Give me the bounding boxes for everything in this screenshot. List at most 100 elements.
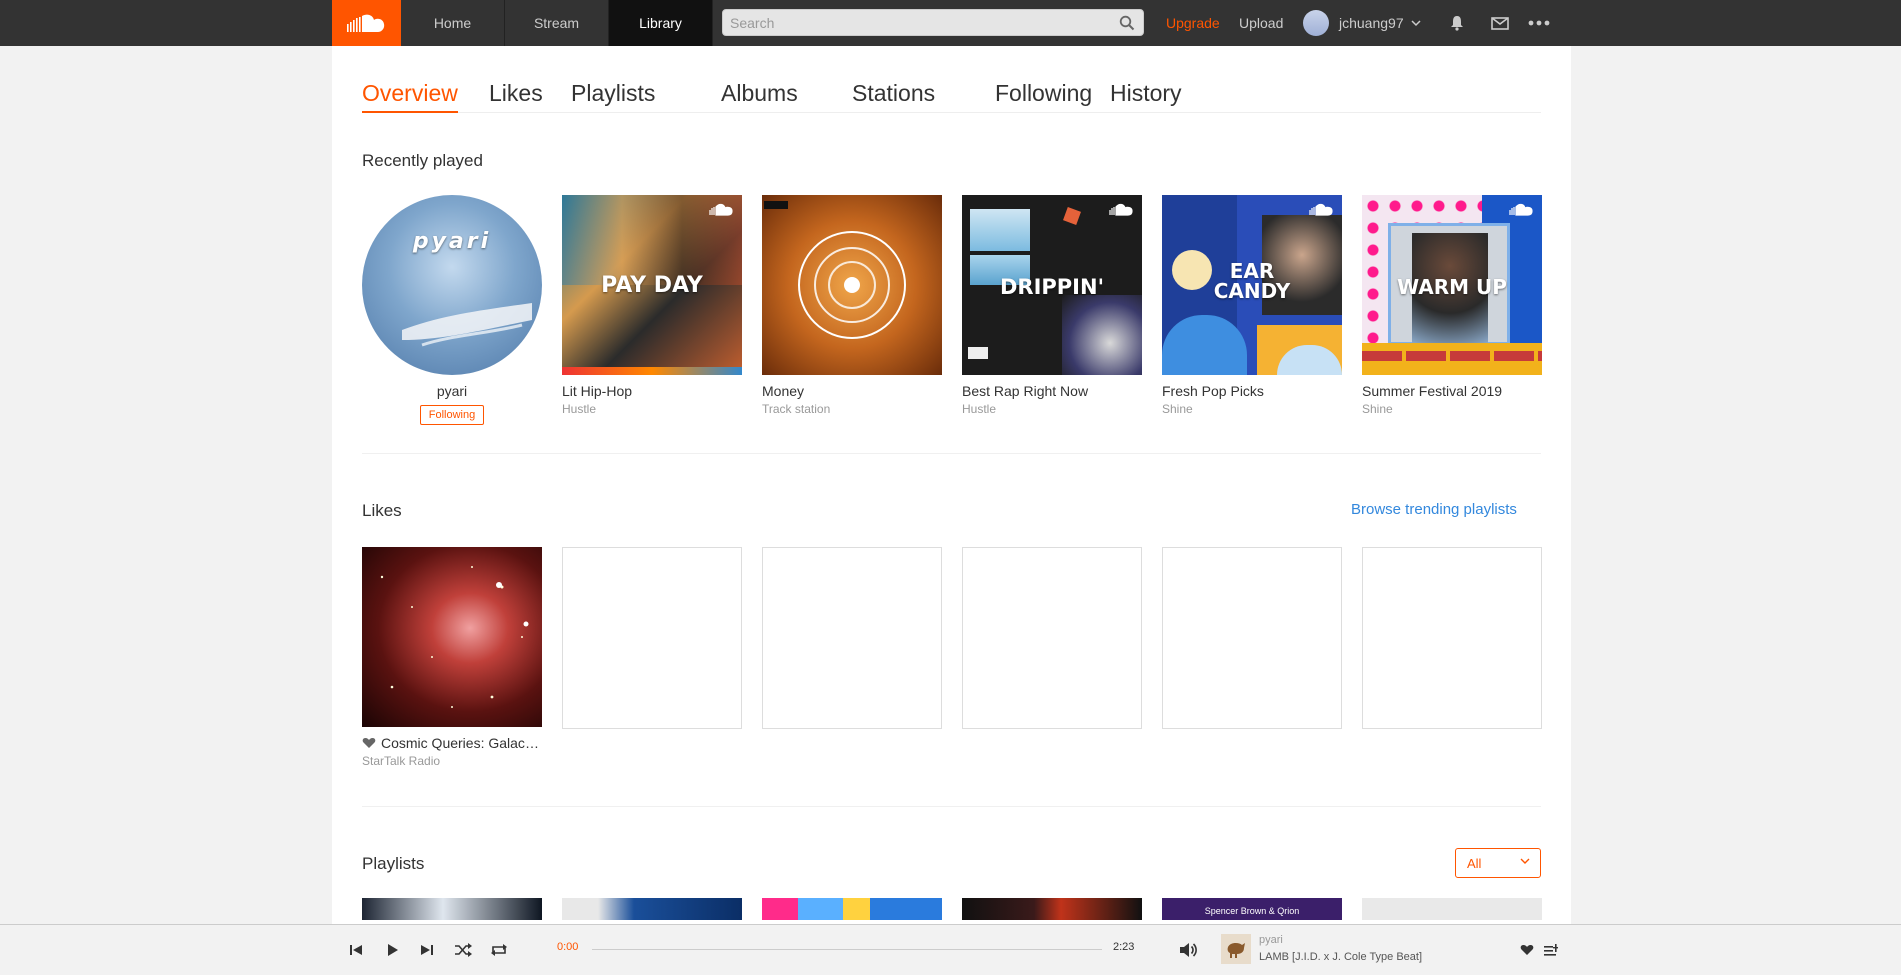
card-title[interactable]: Fresh Pop Picks <box>1162 383 1342 399</box>
nav-home[interactable]: Home <box>401 0 505 46</box>
previous-track-icon[interactable] <box>345 939 367 961</box>
like-heart-icon[interactable] <box>1516 939 1538 961</box>
playlist-artwork[interactable] <box>562 898 742 920</box>
soundcloud-badge-icon <box>1509 203 1533 216</box>
shuffle-icon[interactable] <box>452 939 474 961</box>
library-panel: Overview Likes Playlists Albums Stations… <box>332 46 1571 975</box>
search-box <box>722 9 1144 36</box>
empty-like-slot <box>1362 547 1542 729</box>
station-icon <box>798 231 906 339</box>
card-title-row[interactable]: Cosmic Queries: Galacti... <box>362 735 542 751</box>
heart-icon <box>362 738 376 748</box>
playlist-filter-select[interactable]: All <box>1455 848 1541 878</box>
tab-stations[interactable]: Stations <box>852 80 935 113</box>
play-icon[interactable] <box>381 939 403 961</box>
repeat-icon[interactable] <box>488 939 510 961</box>
soundcloud-badge-icon <box>709 203 733 216</box>
recent-card-money[interactable]: Money Track station <box>762 195 942 416</box>
chevron-down-icon <box>1411 20 1421 27</box>
playlist-artwork[interactable]: Spencer Brown & Qrion <box>1162 898 1342 920</box>
chevron-down-icon <box>1520 858 1530 864</box>
recent-card-fresh-pop[interactable]: EAR CANDY Fresh Pop Picks Shine <box>1162 195 1342 416</box>
recent-card-pyari[interactable]: pyari pyari Following <box>362 195 542 425</box>
nav-stream[interactable]: Stream <box>505 0 609 46</box>
card-subtitle[interactable]: Hustle <box>962 402 1142 416</box>
card-title[interactable]: Best Rap Right Now <box>962 383 1142 399</box>
section-divider <box>362 453 1541 454</box>
artist-art-text: pyari <box>412 229 492 254</box>
library-tabs: Overview Likes Playlists Albums Stations… <box>362 80 1541 113</box>
upload-link[interactable]: Upload <box>1239 0 1283 46</box>
artwork-text: DRIPPIN' <box>999 275 1104 299</box>
nav-library-label: Library <box>639 15 682 31</box>
more-options-icon[interactable] <box>1528 12 1550 34</box>
artwork-text: Spencer Brown & Qrion <box>1204 906 1300 916</box>
username-label: jchuang97 <box>1339 15 1404 31</box>
upgrade-link[interactable]: Upgrade <box>1166 0 1220 46</box>
recent-card-summer-festival[interactable]: WARM UP Summer Festival 2019 Shine <box>1362 195 1542 416</box>
card-title[interactable]: Summer Festival 2019 <box>1362 383 1542 399</box>
playlist-artwork[interactable] <box>962 898 1142 920</box>
tab-albums[interactable]: Albums <box>721 80 798 113</box>
tab-playlists[interactable]: Playlists <box>571 80 655 113</box>
card-subtitle[interactable]: Shine <box>1362 402 1542 416</box>
empty-like-slot <box>1162 547 1342 729</box>
now-playing-artwork[interactable] <box>1221 934 1251 964</box>
tab-overview[interactable]: Overview <box>362 80 458 113</box>
now-playing-artist[interactable]: pyari <box>1259 934 1283 946</box>
nav-stream-label: Stream <box>533 15 580 31</box>
artist-avatar[interactable]: pyari <box>362 195 542 375</box>
artwork-text: EAR CANDY <box>1213 259 1291 303</box>
soundcloud-badge-icon <box>1309 203 1333 216</box>
playlist-artwork[interactable]: WARM UP <box>1362 195 1542 375</box>
recent-card-lit-hip-hop[interactable]: PAY DAY Lit Hip-Hop Hustle <box>562 195 742 416</box>
card-title[interactable]: pyari <box>362 383 542 399</box>
playlist-artwork[interactable] <box>1362 898 1542 920</box>
recent-card-best-rap[interactable]: DRIPPIN' Best Rap Right Now Hustle <box>962 195 1142 416</box>
playlist-artwork[interactable]: DRIPPIN' <box>962 195 1142 375</box>
playlist-artwork[interactable] <box>362 898 542 920</box>
likes-heading: Likes <box>362 501 402 520</box>
queue-list-icon[interactable] <box>1540 939 1562 961</box>
next-track-icon[interactable] <box>416 939 438 961</box>
volume-icon[interactable] <box>1177 939 1199 961</box>
following-button[interactable]: Following <box>419 405 485 425</box>
card-title[interactable]: Lit Hip-Hop <box>562 383 742 399</box>
playlists-heading: Playlists <box>362 854 425 873</box>
filter-value: All <box>1467 855 1482 871</box>
nav-home-label: Home <box>433 15 472 31</box>
top-bar: Home Stream Library Upgrade Upload jchua… <box>0 0 1901 46</box>
empty-like-slot <box>762 547 942 729</box>
tab-history[interactable]: History <box>1110 80 1182 113</box>
elapsed-time: 0:00 <box>557 941 579 953</box>
card-subtitle[interactable]: Shine <box>1162 402 1342 416</box>
soundcloud-logo[interactable] <box>332 0 401 46</box>
nav-library[interactable]: Library <box>609 0 713 46</box>
track-artwork[interactable] <box>362 547 542 727</box>
tab-following[interactable]: Following <box>995 80 1092 113</box>
card-subtitle[interactable]: StarTalk Radio <box>362 754 542 768</box>
liked-card-cosmic-queries[interactable]: Cosmic Queries: Galacti... StarTalk Radi… <box>362 547 542 768</box>
search-icon[interactable] <box>1119 15 1135 31</box>
notifications-bell-icon[interactable] <box>1446 12 1468 34</box>
playlist-artwork[interactable]: PAY DAY <box>562 195 742 375</box>
recently-played-heading: Recently played <box>362 151 483 170</box>
progress-bar[interactable] <box>592 949 1102 950</box>
playlist-artwork[interactable] <box>762 898 942 920</box>
playlist-artwork[interactable]: EAR CANDY <box>1162 195 1342 375</box>
now-playing-title[interactable]: LAMB [J.I.D. x J. Cole Type Beat] <box>1259 951 1422 963</box>
section-divider <box>362 806 1541 807</box>
tab-likes[interactable]: Likes <box>489 80 543 113</box>
station-artwork[interactable] <box>762 195 942 375</box>
user-menu[interactable]: jchuang97 <box>1339 0 1421 46</box>
card-subtitle[interactable]: Hustle <box>562 402 742 416</box>
search-input[interactable] <box>723 10 1103 35</box>
card-title[interactable]: Money <box>762 383 942 399</box>
user-avatar[interactable] <box>1303 10 1329 36</box>
messages-mail-icon[interactable] <box>1489 12 1511 34</box>
card-title[interactable]: Cosmic Queries: Galacti... <box>381 735 542 751</box>
browse-trending-link[interactable]: Browse trending playlists <box>1351 501 1517 518</box>
card-subtitle[interactable]: Track station <box>762 402 942 416</box>
duration-time: 2:23 <box>1113 941 1135 953</box>
artwork-text: PAY DAY <box>601 273 703 298</box>
